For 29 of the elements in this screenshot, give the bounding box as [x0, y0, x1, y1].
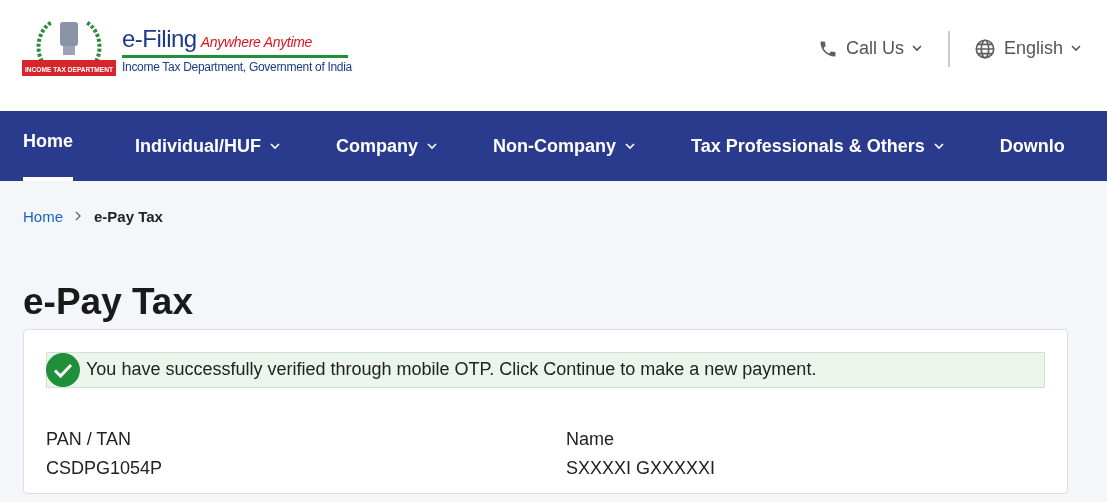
nav-tab[interactable]: Company	[336, 111, 438, 181]
alert-message: You have successfully verified through mobile OTP. Click Continue to make a new payment.	[86, 359, 817, 381]
globe-icon	[973, 37, 996, 60]
nav-tab[interactable]: Non-Company	[493, 111, 636, 181]
nav-tab[interactable]: Tax Professionals & Others	[691, 111, 944, 181]
chevron-down-icon	[1071, 45, 1081, 52]
call-us-menu[interactable]: Call Us	[817, 38, 922, 59]
chevron-down-icon	[911, 45, 922, 52]
chevron-down-icon	[933, 142, 944, 150]
nav-tab[interactable]: Downlo	[999, 111, 1065, 181]
chevron-down-icon	[270, 142, 280, 150]
field-label: PAN / TAN	[46, 427, 133, 451]
site-subtitle: Income Tax Department, Government of India	[122, 60, 352, 74]
breadcrumb-current: e-Pay Tax	[94, 207, 163, 225]
chevron-down-icon	[625, 142, 636, 150]
field-value: SXXXXI GXXXXXI	[566, 456, 717, 480]
check-circle-icon	[46, 352, 80, 387]
nav-tab[interactable]: Individual/HUF	[135, 111, 280, 181]
language-menu[interactable]: English	[973, 37, 1081, 60]
chevron-down-icon	[427, 142, 438, 150]
tagline: Anywhere Anytime	[200, 34, 313, 50]
page-title: e-Pay Tax	[23, 282, 195, 323]
site-title: e-Filing	[122, 25, 197, 53]
chevron-right-icon	[75, 211, 82, 221]
breadcrumb-link[interactable]: Home	[23, 207, 63, 225]
field-value: CSDPG1054P	[46, 456, 164, 480]
emblem-logo-drawing: INCOME TAX DEPARTMENT	[22, 15, 116, 84]
nav-tab[interactable]: Home	[23, 111, 73, 181]
field-label: Name	[566, 427, 615, 451]
